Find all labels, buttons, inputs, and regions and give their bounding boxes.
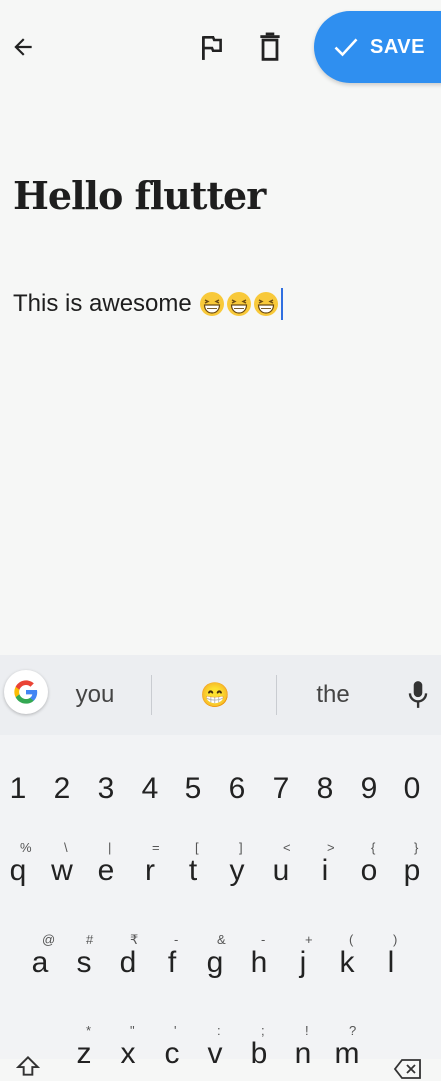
key-l[interactable]: ) l: [369, 926, 413, 982]
google-logo-button[interactable]: [4, 670, 48, 714]
number-row: 1 2 3 4 5 6 7 8 9 0: [0, 752, 441, 808]
key-o[interactable]: {o: [347, 834, 391, 890]
grinning-squinting-face-icon: [226, 292, 251, 316]
key-y[interactable]: ] y: [215, 834, 259, 890]
key-g[interactable]: & g: [193, 926, 237, 982]
checkmark-icon: [334, 38, 358, 57]
suggestion-divider: [276, 675, 277, 715]
shift-arrow-icon: [15, 1055, 41, 1076]
key-a[interactable]: @ a: [18, 926, 62, 982]
suggestion-divider: [151, 675, 152, 715]
key-m[interactable]: ? m: [325, 1017, 369, 1073]
note-body-text: This is awesome: [13, 290, 192, 317]
top-bar: SAVE: [0, 0, 441, 95]
letter-row-1: % q \ w | e = r [t ] y < u > i {o } p: [0, 834, 441, 890]
note-title[interactable]: Hello flutter: [13, 173, 266, 218]
key-5[interactable]: 5: [171, 752, 215, 808]
key-2[interactable]: 2: [40, 752, 84, 808]
suggestion-3[interactable]: the: [293, 675, 373, 715]
flag-button[interactable]: [192, 27, 232, 67]
key-9[interactable]: 9: [347, 752, 391, 808]
letter-row-3: * z " x ' c :v ; b ! n ? m: [0, 1017, 441, 1079]
key-d[interactable]: ₹ d: [106, 926, 150, 982]
letter-row-2: @ a # s ₹ d -f & g -h + j (k ) l: [0, 926, 441, 982]
key-e[interactable]: | e: [84, 834, 128, 890]
note-body-field[interactable]: This is awesome: [13, 286, 283, 322]
key-6[interactable]: 6: [215, 752, 259, 808]
grinning-squinting-face-icon: [199, 292, 224, 316]
key-v[interactable]: :v: [193, 1017, 237, 1073]
shift-key[interactable]: [8, 1017, 48, 1076]
key-z[interactable]: * z: [62, 1017, 106, 1073]
suggestion-2[interactable]: 😁: [175, 675, 255, 715]
key-f[interactable]: -f: [150, 926, 194, 982]
back-button[interactable]: [4, 27, 42, 67]
grinning-squinting-face-icon: [253, 292, 278, 316]
soft-keyboard: you 😁 the 1 2 3 4 5 6 7 8 9 0 % q \ w | e =…: [0, 655, 441, 1079]
key-q[interactable]: % q: [0, 834, 40, 890]
key-s[interactable]: # s: [62, 926, 106, 982]
key-p[interactable]: } p: [390, 834, 434, 890]
key-w[interactable]: \ w: [40, 834, 84, 890]
microphone-icon: [408, 681, 428, 708]
arrow-back-icon: [14, 38, 32, 56]
key-n[interactable]: ! n: [281, 1017, 325, 1073]
key-h[interactable]: -h: [237, 926, 281, 982]
flag-icon: [201, 36, 222, 60]
key-0[interactable]: 0: [390, 752, 434, 808]
key-c[interactable]: ' c: [150, 1017, 194, 1073]
save-label: SAVE: [370, 35, 425, 58]
voice-input-button[interactable]: [398, 675, 438, 715]
key-r[interactable]: = r: [128, 834, 172, 890]
key-x[interactable]: " x: [106, 1017, 150, 1073]
key-t[interactable]: [t: [171, 834, 215, 890]
suggestion-strip: you 😁 the: [0, 655, 441, 735]
key-j[interactable]: + j: [281, 926, 325, 982]
key-b[interactable]: ; b: [237, 1017, 281, 1073]
backspace-key[interactable]: [388, 1017, 428, 1079]
key-4[interactable]: 4: [128, 752, 172, 808]
trash-icon: [260, 32, 280, 61]
key-3[interactable]: 3: [84, 752, 128, 808]
key-7[interactable]: 7: [259, 752, 303, 808]
delete-button[interactable]: [250, 27, 290, 67]
backspace-icon: [393, 1059, 421, 1079]
suggestion-1[interactable]: you: [55, 675, 135, 715]
key-1[interactable]: 1: [0, 752, 40, 808]
google-g-icon: [14, 680, 38, 704]
key-i[interactable]: > i: [303, 834, 347, 890]
key-8[interactable]: 8: [303, 752, 347, 808]
key-u[interactable]: < u: [259, 834, 303, 890]
key-k[interactable]: (k: [325, 926, 369, 982]
save-button[interactable]: SAVE: [314, 11, 441, 83]
text-cursor: [280, 288, 283, 320]
